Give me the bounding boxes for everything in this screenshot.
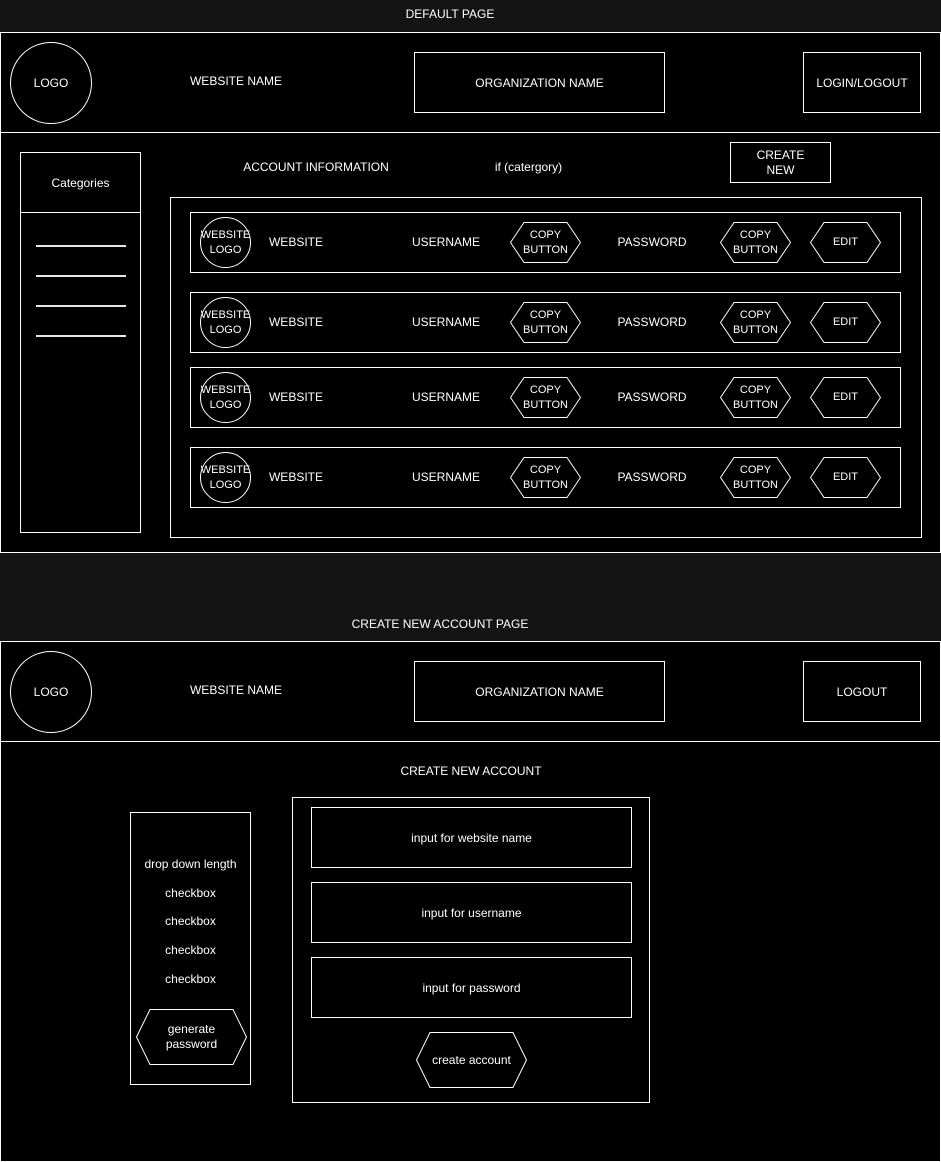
organization-name: ORGANIZATION NAME — [414, 52, 665, 113]
login-logout-label: LOGIN/LOGOUT — [816, 75, 908, 90]
checkbox-2[interactable]: checkbox — [131, 914, 250, 929]
website-logo: WEBSITE LOGO — [200, 217, 251, 268]
copy-username-button[interactable]: COPY BUTTON — [510, 222, 581, 263]
account-form: input for website name input for usernam… — [292, 797, 650, 1103]
accounts-list: WEBSITE LOGO WEBSITE USERNAME COPY BUTTO… — [170, 197, 922, 538]
password-label: PASSWORD — [617, 315, 687, 329]
categories-sidebar: Categories — [20, 152, 141, 533]
website-label: WEBSITE — [268, 390, 323, 404]
password-label: PASSWORD — [617, 390, 687, 404]
username-input[interactable]: input for username — [311, 882, 632, 943]
password-generator-panel: drop down length checkbox checkbox check… — [130, 812, 251, 1085]
edit-button-label: EDIT — [832, 316, 859, 328]
edit-button-label: EDIT — [832, 471, 859, 483]
website-logo: WEBSITE LOGO — [200, 297, 251, 348]
create-page-title: CREATE NEW ACCOUNT PAGE — [351, 617, 529, 631]
website-logo-text: WEBSITE LOGO — [200, 463, 251, 491]
create-account-label: create account — [432, 1052, 511, 1067]
default-main: Categories ACCOUNT INFORMATION if (cater… — [0, 132, 941, 553]
copy-username-button[interactable]: COPY BUTTON — [510, 302, 581, 343]
logout-label: LOGOUT — [836, 684, 888, 699]
username-label: USERNAME — [411, 315, 480, 329]
username-label: USERNAME — [411, 390, 480, 404]
website-name: WEBSITE NAME — [189, 683, 282, 697]
generate-password-button[interactable]: generate password — [136, 1009, 247, 1065]
edit-button[interactable]: EDIT — [810, 302, 881, 343]
username-input-text: input for username — [421, 905, 522, 920]
account-information-label: ACCOUNT INFORMATION — [243, 160, 389, 174]
account-row: WEBSITE LOGO WEBSITE USERNAME COPY BUTTO… — [190, 292, 901, 353]
website-logo: WEBSITE LOGO — [200, 372, 251, 423]
copy-password-button[interactable]: COPY BUTTON — [720, 222, 791, 263]
category-item[interactable] — [36, 245, 126, 247]
account-row: WEBSITE LOGO WEBSITE USERNAME COPY BUTTO… — [190, 212, 901, 273]
categories-title-text: Categories — [51, 175, 110, 190]
copy-password-button[interactable]: COPY BUTTON — [720, 457, 791, 498]
password-label: PASSWORD — [617, 470, 687, 484]
logout-button[interactable]: LOGOUT — [803, 661, 921, 722]
organization-name-text: ORGANIZATION NAME — [475, 684, 604, 699]
website-name-input[interactable]: input for website name — [311, 807, 632, 868]
website-logo-text: WEBSITE LOGO — [200, 308, 251, 336]
password-input-text: input for password — [422, 980, 521, 995]
copy-username-button[interactable]: COPY BUTTON — [510, 377, 581, 418]
create-new-button[interactable]: CREATE NEW — [730, 142, 831, 183]
default-header: LOGO WEBSITE NAME ORGANIZATION NAME LOGI… — [0, 32, 941, 133]
category-item[interactable] — [36, 335, 126, 337]
edit-button-label: EDIT — [832, 391, 859, 403]
length-dropdown[interactable]: drop down length — [131, 857, 250, 872]
copy-button-label: COPY BUTTON — [522, 228, 569, 256]
username-label: USERNAME — [411, 235, 480, 249]
copy-username-button[interactable]: COPY BUTTON — [510, 457, 581, 498]
checkbox-4[interactable]: checkbox — [131, 972, 250, 987]
website-name: WEBSITE NAME — [189, 74, 282, 88]
logo-text: LOGO — [33, 76, 69, 90]
website-logo: WEBSITE LOGO — [200, 452, 251, 503]
copy-button-label: COPY BUTTON — [732, 228, 779, 256]
create-account-button[interactable]: create account — [416, 1032, 527, 1088]
generate-password-label: generate password — [165, 1022, 218, 1051]
username-label: USERNAME — [411, 470, 480, 484]
copy-button-label: COPY BUTTON — [732, 383, 779, 411]
website-logo-text: WEBSITE LOGO — [200, 383, 251, 411]
create-new-account-heading: CREATE NEW ACCOUNT — [400, 764, 542, 778]
website-label: WEBSITE — [268, 315, 323, 329]
website-label: WEBSITE — [268, 470, 323, 484]
copy-button-label: COPY BUTTON — [522, 383, 569, 411]
edit-button[interactable]: EDIT — [810, 457, 881, 498]
copy-button-label: COPY BUTTON — [732, 463, 779, 491]
website-name-input-text: input for website name — [411, 830, 532, 845]
copy-button-label: COPY BUTTON — [522, 308, 569, 336]
checkbox-1[interactable]: checkbox — [131, 886, 250, 901]
login-logout-button[interactable]: LOGIN/LOGOUT — [803, 52, 921, 113]
edit-button[interactable]: EDIT — [810, 377, 881, 418]
category-item[interactable] — [36, 275, 126, 277]
account-row: WEBSITE LOGO WEBSITE USERNAME COPY BUTTO… — [190, 367, 901, 428]
copy-button-label: COPY BUTTON — [522, 463, 569, 491]
create-new-label: CREATE NEW — [756, 147, 805, 177]
categories-title: Categories — [21, 153, 140, 213]
category-item[interactable] — [36, 305, 126, 307]
organization-name-text: ORGANIZATION NAME — [475, 75, 604, 90]
create-main: CREATE NEW ACCOUNT drop down length chec… — [0, 741, 941, 1162]
edit-button-label: EDIT — [832, 236, 859, 248]
website-label: WEBSITE — [268, 235, 323, 249]
create-header: LOGO WEBSITE NAME ORGANIZATION NAME LOGO… — [0, 641, 941, 742]
logo-text: LOGO — [33, 685, 69, 699]
password-label: PASSWORD — [617, 235, 687, 249]
password-input[interactable]: input for password — [311, 957, 632, 1018]
account-row: WEBSITE LOGO WEBSITE USERNAME COPY BUTTO… — [190, 447, 901, 508]
edit-button[interactable]: EDIT — [810, 222, 881, 263]
copy-password-button[interactable]: COPY BUTTON — [720, 377, 791, 418]
logo: LOGO — [10, 42, 92, 124]
default-page-title: DEFAULT PAGE — [405, 7, 495, 21]
checkbox-3[interactable]: checkbox — [131, 943, 250, 958]
organization-name: ORGANIZATION NAME — [414, 661, 665, 722]
category-label: if (catergory) — [494, 160, 563, 174]
copy-button-label: COPY BUTTON — [732, 308, 779, 336]
logo: LOGO — [10, 651, 92, 733]
website-logo-text: WEBSITE LOGO — [200, 228, 251, 256]
copy-password-button[interactable]: COPY BUTTON — [720, 302, 791, 343]
